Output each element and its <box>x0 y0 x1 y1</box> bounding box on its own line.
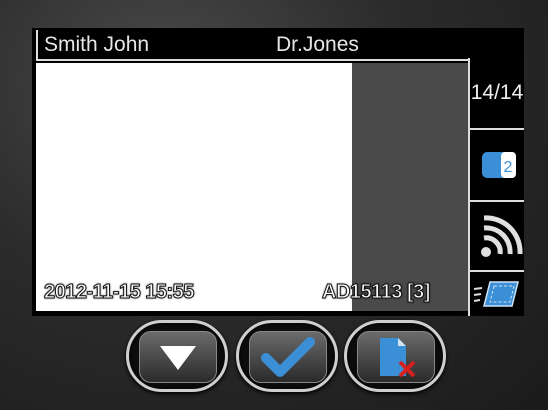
accession-number: AD15113 [3] <box>322 281 431 304</box>
confirm-button[interactable] <box>236 320 338 392</box>
checkmark-icon <box>261 337 315 377</box>
header-border <box>36 30 38 61</box>
side-toolbar: 14/14 2 <box>468 28 524 316</box>
doctor-name: Dr.Jones <box>276 33 359 56</box>
page-counter: 14/14 <box>468 58 524 128</box>
down-button-face <box>139 331 217 383</box>
delete-document-icon <box>380 338 416 378</box>
delete-button-face <box>357 331 435 383</box>
image-timestamp: 2012-11-15 15:55 <box>44 281 195 304</box>
wireless-icon <box>481 215 523 257</box>
image-preview-margin <box>352 63 468 311</box>
patient-name: Smith John <box>44 33 150 56</box>
copies-badge: 2 <box>504 159 513 176</box>
header-divider <box>36 59 468 61</box>
copies-icon: 2 <box>482 152 516 178</box>
delete-button[interactable] <box>344 320 446 392</box>
down-button[interactable] <box>126 320 228 392</box>
image-preview[interactable] <box>36 63 352 311</box>
wireless-button[interactable] <box>468 202 524 270</box>
down-arrow-icon <box>160 346 196 370</box>
confirm-button-face <box>249 331 327 383</box>
copies-button[interactable]: 2 <box>468 130 524 200</box>
image-slide-button[interactable] <box>468 272 524 316</box>
device-panel: Smith John Dr.Jones 2012-11-15 15:55 AD1… <box>0 0 548 410</box>
image-slide-icon <box>473 281 519 307</box>
